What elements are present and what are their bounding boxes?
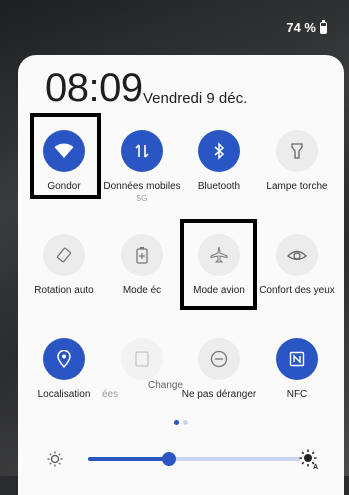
tile-label: Localisation <box>37 389 91 400</box>
date: Vendredi 9 déc. <box>143 90 248 107</box>
do-not-disturb-icon <box>198 338 240 380</box>
tile-location[interactable]: Localisation <box>24 338 104 400</box>
tile-eye-comfort[interactable]: Confort des yeux <box>257 234 337 296</box>
tile-label: Bluetooth <box>197 181 241 192</box>
highlight-box-wifi <box>30 113 101 199</box>
battery-percentage: 74 % <box>286 20 316 35</box>
eye-comfort-icon <box>276 234 318 276</box>
bluetooth-icon <box>198 130 240 172</box>
rotate-icon <box>43 234 85 276</box>
nfc-icon <box>276 338 318 380</box>
brightness-fill <box>88 457 169 461</box>
flashlight-icon <box>276 130 318 172</box>
svg-text:A: A <box>313 464 318 470</box>
tile-nfc[interactable]: NFC <box>257 338 337 400</box>
status-bar: 74 % <box>286 19 327 35</box>
tile-rotation[interactable]: Rotation auto <box>24 234 104 296</box>
mobile-data-icon <box>121 130 163 172</box>
tile-flashlight[interactable]: Lampe torche <box>257 130 337 192</box>
tile-sublabel: 5G <box>136 194 148 203</box>
brightness-low-icon <box>46 450 64 473</box>
page-indicator[interactable] <box>174 420 188 425</box>
page-dot <box>183 420 188 425</box>
battery-icon <box>320 19 327 34</box>
tile-do-not-disturb[interactable]: Ne pas déranger <box>179 338 259 400</box>
tile-label: NFC <box>286 389 308 400</box>
tile-label: Confort des yeux <box>259 285 335 296</box>
location-icon <box>43 338 85 380</box>
tile-battery-saver[interactable]: Mode éc <box>102 234 182 296</box>
battery-saver-icon <box>121 234 163 276</box>
clock: 08:09 <box>45 66 143 110</box>
page-dot-active <box>174 420 179 425</box>
brightness-thumb[interactable] <box>162 452 176 466</box>
tile-label: Rotation auto <box>34 285 94 296</box>
tile-label: Données mobiles <box>103 181 181 192</box>
tile-label: Lampe torche <box>266 181 328 192</box>
highlight-box-airplane <box>180 219 257 310</box>
data-saver-icon <box>121 338 163 380</box>
tile-mobile-data[interactable]: Données mobiles 5G <box>102 130 182 203</box>
brightness-auto-icon[interactable]: A <box>298 448 320 475</box>
tile-label: Mode éc <box>122 285 162 296</box>
tile-label: Ne pas déranger <box>181 389 257 400</box>
tile-bluetooth[interactable]: Bluetooth <box>179 130 259 192</box>
